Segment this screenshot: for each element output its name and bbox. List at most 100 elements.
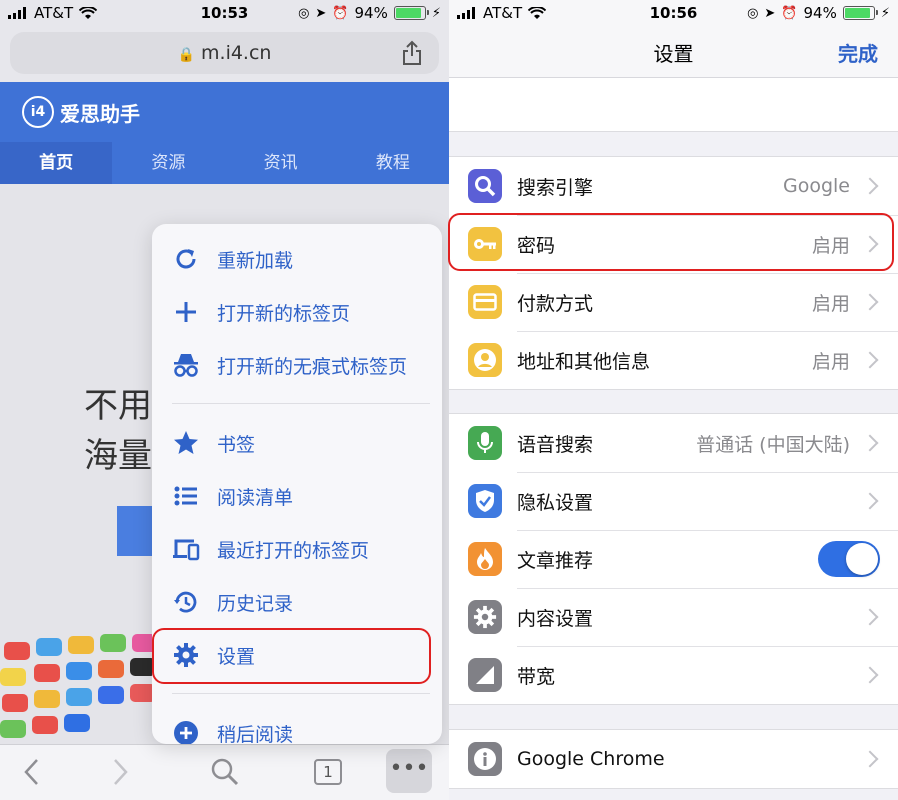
mic-icon [468, 426, 502, 460]
menu-divider [172, 693, 430, 694]
search-icon[interactable] [210, 757, 240, 787]
settings-row-voice-search[interactable]: 语音搜索 普通话 (中国大陆) [449, 414, 898, 472]
star-icon [174, 431, 198, 454]
alarm-icon: ⏰ [781, 5, 798, 21]
left-screen: AT&T 10:53 ◎ ➤ ⏰ 94% ⚡ 🔒 m.i4.cn i4 爱思助手… [0, 0, 449, 800]
settings-group-autofill: 搜索引擎 Google 密码 启用 付款方式 启用 地址和其他信息 启用 [449, 156, 898, 390]
settings-navbar: 设置 完成 [449, 26, 898, 78]
charging-icon: ⚡ [431, 5, 441, 21]
hero-line-2: 海量应用 [84, 436, 154, 476]
site-header: i4 爱思助手 首页 资源 资讯 教程 [0, 82, 449, 184]
hero-line-1: 不用越狱 [84, 386, 154, 426]
nav-tutorials[interactable]: 教程 [337, 142, 449, 184]
address-bar[interactable]: 🔒 m.i4.cn [10, 32, 439, 74]
menu-item-read-later[interactable]: 稍后阅读 [152, 708, 442, 744]
menu-item-bookmarks[interactable]: 书签 [152, 418, 442, 468]
battery-icon [393, 6, 429, 20]
battery-percent: 94% [354, 4, 388, 22]
nav-resources[interactable]: 资源 [112, 142, 224, 184]
menu-label: 重新加载 [217, 249, 294, 272]
nav-news[interactable]: 资讯 [225, 142, 337, 184]
article-suggestions-toggle[interactable] [818, 541, 880, 577]
incognito-icon [174, 354, 198, 377]
row-value: 启用 [811, 350, 850, 373]
shield-icon [468, 484, 502, 518]
row-label: 搜索引擎 [517, 176, 594, 199]
settings-row-search-engine[interactable]: 搜索引擎 Google [449, 157, 898, 215]
chevron-right-icon [861, 177, 879, 195]
chevron-right-icon [861, 608, 879, 626]
add-circle-icon [174, 721, 198, 744]
nav-home[interactable]: 首页 [0, 142, 113, 184]
plus-icon [176, 302, 196, 322]
settings-group-general: 语音搜索 普通话 (中国大陆) 隐私设置 文章推荐 内容设置 带宽 [449, 413, 898, 705]
logo-text: 爱思助手 [60, 101, 140, 126]
forward-icon[interactable] [110, 757, 130, 787]
page-title: 设置 [653, 42, 694, 66]
chevron-right-icon [861, 351, 879, 369]
back-icon[interactable] [22, 757, 42, 787]
highlight-annotation [448, 213, 894, 271]
done-button[interactable]: 完成 [838, 38, 878, 67]
battery-icon [842, 6, 878, 20]
menu-item-reading-list[interactable]: 阅读清单 [152, 471, 442, 521]
share-icon[interactable] [401, 40, 423, 66]
settings-row-payment-methods[interactable]: 付款方式 启用 [449, 273, 898, 331]
settings-row-privacy[interactable]: 隐私设置 [449, 472, 898, 530]
menu-item-new-tab[interactable]: 打开新的标签页 [152, 287, 442, 337]
settings-row-article-suggestions: 文章推荐 [449, 530, 898, 588]
gear-icon [468, 600, 502, 634]
row-label: Google Chrome [517, 748, 665, 770]
settings-row-google-chrome[interactable]: Google Chrome [449, 730, 898, 788]
menu-item-incognito-tab[interactable]: 打开新的无痕式标签页 [152, 340, 442, 390]
row-label: 内容设置 [517, 607, 594, 630]
location-icon: ➤ [764, 5, 776, 21]
settings-row-addresses[interactable]: 地址和其他信息 启用 [449, 331, 898, 389]
row-label: 带宽 [517, 665, 556, 688]
menu-item-recent-tabs[interactable]: 最近打开的标签页 [152, 524, 442, 574]
person-icon [468, 343, 502, 377]
status-bar: AT&T 10:56 ◎ ➤ ⏰ 94% ⚡ [449, 0, 898, 26]
battery-percent: 94% [803, 4, 837, 22]
menu-label: 最近打开的标签页 [217, 539, 370, 562]
devices-icon [173, 539, 200, 561]
chevron-right-icon [861, 434, 879, 452]
menu-item-reload[interactable]: 重新加载 [152, 234, 442, 284]
location-icon: ➤ [315, 5, 327, 21]
list-icon [174, 486, 197, 506]
row-value: Google [782, 175, 850, 197]
menu-item-history[interactable]: 历史记录 [152, 577, 442, 627]
menu-divider [172, 403, 430, 404]
site-nav: 首页 资源 资讯 教程 [0, 142, 449, 184]
row-label: 语音搜索 [517, 433, 594, 456]
tab-switcher-button[interactable]: 1 [314, 759, 342, 785]
logo-mark: i4 [22, 96, 54, 128]
settings-group-about: Google Chrome [449, 729, 898, 789]
menu-label: 历史记录 [217, 592, 294, 615]
url-text: m.i4.cn [201, 42, 272, 64]
bandwidth-icon [468, 658, 502, 692]
menu-label: 阅读清单 [217, 486, 294, 509]
app-icons-decoration [0, 632, 160, 742]
account-section [449, 78, 898, 132]
more-menu-button[interactable]: ••• [386, 749, 432, 793]
menu-label: 打开新的标签页 [217, 302, 351, 325]
lock-rotation-icon: ◎ [747, 5, 759, 21]
right-screen: AT&T 10:56 ◎ ➤ ⏰ 94% ⚡ 设置 完成 搜索引擎 Google… [449, 0, 898, 800]
chevron-right-icon [861, 666, 879, 684]
flame-icon [468, 542, 502, 576]
settings-row-content-settings[interactable]: 内容设置 [449, 588, 898, 646]
hero-button[interactable] [117, 506, 157, 556]
row-value: 普通话 (中国大陆) [696, 433, 850, 456]
history-icon [174, 591, 197, 613]
site-logo[interactable]: i4 爱思助手 [22, 96, 140, 128]
row-label: 付款方式 [517, 292, 594, 315]
chevron-right-icon [861, 293, 879, 311]
status-bar: AT&T 10:53 ◎ ➤ ⏰ 94% ⚡ [0, 0, 449, 26]
menu-label: 书签 [217, 433, 256, 456]
bottom-toolbar: 1 ••• [0, 744, 449, 800]
lock-icon: 🔒 [177, 47, 195, 63]
settings-row-bandwidth[interactable]: 带宽 [449, 646, 898, 704]
alarm-icon: ⏰ [332, 5, 349, 21]
row-label: 文章推荐 [517, 549, 594, 572]
